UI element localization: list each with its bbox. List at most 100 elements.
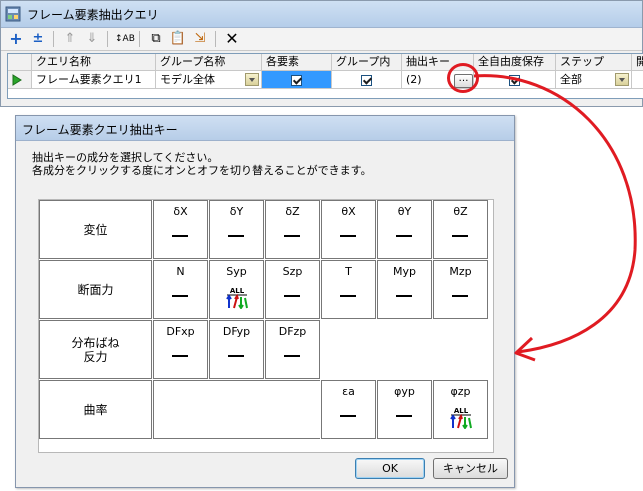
off-dash xyxy=(284,355,300,357)
off-dash xyxy=(396,235,412,237)
insert-icon[interactable]: ± xyxy=(29,30,47,48)
cell-query-name[interactable]: フレーム要素クエリ1 xyxy=(32,71,156,89)
off-dash xyxy=(284,235,300,237)
key-dz[interactable]: δZ xyxy=(265,200,320,259)
key-label: Syp xyxy=(226,265,247,278)
sort-az-icon[interactable]: ↕AB xyxy=(115,30,135,48)
step-value: 全部 xyxy=(560,73,582,86)
key-label: DFzp xyxy=(278,325,307,338)
toolbar-separator xyxy=(53,31,54,47)
dialog-instructions: 抽出キーの成分を選択してください。 各成分をクリックする度にオンとオフを切り替え… xyxy=(32,151,372,177)
off-dash xyxy=(340,295,356,297)
off-dash xyxy=(340,235,356,237)
col-header-query-name[interactable]: クエリ名称 xyxy=(32,54,156,71)
key-label: θX xyxy=(341,205,356,218)
key-label: Mzp xyxy=(449,265,472,278)
instruction-line-1: 抽出キーの成分を選択してください。 xyxy=(32,151,219,164)
off-dash xyxy=(172,235,188,237)
key-label: εa xyxy=(342,385,355,398)
row-header-corner xyxy=(8,54,32,71)
key-label: θZ xyxy=(453,205,468,218)
per-element-checkbox[interactable] xyxy=(291,74,302,86)
off-dash xyxy=(172,295,188,297)
key-syp[interactable]: Syp ALL xyxy=(209,260,264,319)
key-thy[interactable]: θY xyxy=(377,200,432,259)
col-header-in-group[interactable]: グループ内 xyxy=(332,54,402,71)
all-components-icon: ALL xyxy=(450,407,472,429)
key-myp[interactable]: Myp xyxy=(377,260,432,319)
toolbar-separator xyxy=(215,31,216,47)
key-n[interactable]: N xyxy=(153,260,208,319)
query-grid: クエリ名称 グループ名称 各要素 グループ内 抽出キー 全自由度保存 ステップ … xyxy=(7,53,643,99)
category-section-force-label: 断面力 xyxy=(77,282,114,297)
off-dash xyxy=(228,355,244,357)
col-header-step[interactable]: ステップ xyxy=(556,54,632,71)
cell-save-all-dof[interactable] xyxy=(474,71,556,89)
off-dash xyxy=(284,295,300,297)
category-curvature-label: 曲率 xyxy=(83,402,108,417)
highlight-circle xyxy=(447,63,479,93)
extract-key-dialog: フレーム要素クエリ抽出キー 抽出キーの成分を選択してください。 各成分をクリック… xyxy=(15,115,515,488)
delete-icon[interactable]: ✕ xyxy=(223,30,241,48)
col-header-group-name[interactable]: グループ名称 xyxy=(156,54,262,71)
cell-start[interactable] xyxy=(632,71,643,89)
add-icon[interactable]: + xyxy=(7,30,25,48)
title-bar: フレーム要素抽出クエリ xyxy=(1,1,642,28)
key-mzp[interactable]: Mzp xyxy=(433,260,488,319)
key-label: δZ xyxy=(285,205,300,218)
key-t[interactable]: T xyxy=(321,260,376,319)
key-label: δY xyxy=(229,205,244,218)
off-dash xyxy=(452,295,468,297)
cell-in-group[interactable] xyxy=(332,71,402,89)
query-window: フレーム要素抽出クエリ + ± ⇑ ⇓ ↕AB ⧉ 📋 ⇲ ✕ クエリ名称 グル… xyxy=(0,0,643,107)
step-dropdown-button[interactable] xyxy=(615,73,629,86)
off-dash xyxy=(396,415,412,417)
in-group-checkbox[interactable] xyxy=(361,74,372,86)
key-dy[interactable]: δY xyxy=(209,200,264,259)
key-dx[interactable]: δX xyxy=(153,200,208,259)
key-thz[interactable]: θZ xyxy=(433,200,488,259)
toolbar: + ± ⇑ ⇓ ↕AB ⧉ 📋 ⇲ ✕ xyxy=(1,28,642,51)
key-label: DFyp xyxy=(222,325,251,338)
category-section-force: 断面力 xyxy=(39,260,152,319)
key-phiyp[interactable]: φyp xyxy=(377,380,432,439)
cell-step[interactable]: 全部 xyxy=(556,71,632,89)
key-dfyp[interactable]: DFyp xyxy=(209,320,264,379)
key-label: N xyxy=(176,265,185,278)
col-header-per-element[interactable]: 各要素 xyxy=(262,54,332,71)
category-spring-reaction-label: 分布ばね 反力 xyxy=(71,335,120,364)
cell-group-name[interactable]: モデル全体 xyxy=(156,71,262,89)
cancel-button[interactable]: キャンセル xyxy=(433,458,508,479)
key-dfxp[interactable]: DFxp xyxy=(153,320,208,379)
category-displacement-label: 変位 xyxy=(83,222,108,237)
key-ea[interactable]: εa xyxy=(321,380,376,439)
key-thx[interactable]: θX xyxy=(321,200,376,259)
import-icon[interactable]: ⇲ xyxy=(191,30,209,48)
category-spring-reaction: 分布ばね 反力 xyxy=(39,320,152,379)
move-down-icon[interactable]: ⇓ xyxy=(83,30,101,48)
move-up-icon[interactable]: ⇑ xyxy=(61,30,79,48)
key-label: φzp xyxy=(450,385,471,398)
key-dfzp[interactable]: DFzp xyxy=(265,320,320,379)
cell-per-element[interactable] xyxy=(262,71,332,89)
key-phizp[interactable]: φzp ALL xyxy=(433,380,488,439)
key-szp[interactable]: Szp xyxy=(265,260,320,319)
instruction-line-2: 各成分をクリックする度にオンとオフを切り替えることができます。 xyxy=(32,164,372,177)
off-dash xyxy=(172,355,188,357)
group-dropdown-button[interactable] xyxy=(245,73,259,86)
app-icon xyxy=(5,6,21,22)
category-curvature: 曲率 xyxy=(39,380,152,439)
copy-icon[interactable]: ⧉ xyxy=(147,30,165,48)
off-dash xyxy=(340,415,356,417)
dialog-title: フレーム要素クエリ抽出キー xyxy=(22,123,178,137)
key-label: DFxp xyxy=(166,325,195,338)
paste-icon[interactable]: 📋 xyxy=(169,30,187,48)
row-selector[interactable] xyxy=(8,71,32,89)
group-name-value: モデル全体 xyxy=(160,73,215,86)
col-header-save-all-dof[interactable]: 全自由度保存 xyxy=(474,54,556,71)
col-header-start[interactable]: 開 xyxy=(632,54,643,71)
key-table: 変位 δX δY δZ θX θY θZ 断面力 N Syp ALL Szp T… xyxy=(38,199,494,453)
save-all-dof-checkbox[interactable] xyxy=(509,74,520,86)
extract-key-value: (2) xyxy=(406,73,422,86)
ok-button[interactable]: OK xyxy=(355,458,425,479)
